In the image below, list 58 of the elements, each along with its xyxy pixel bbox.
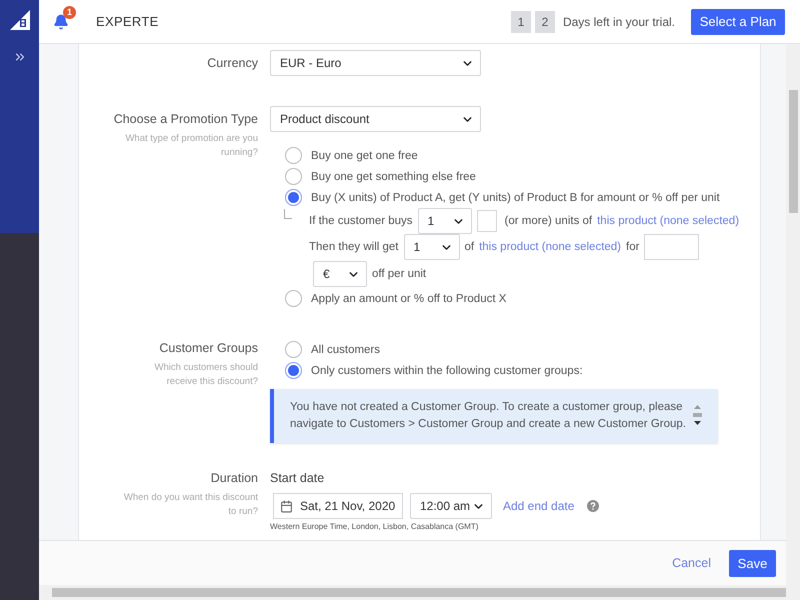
trial-text: Days left in your trial. [562, 14, 675, 28]
radio-label: Buy one get one free [311, 150, 418, 162]
calendar-icon [280, 500, 293, 512]
radio-label: Buy one get something else free [311, 170, 476, 182]
notification-badge: 1 [63, 6, 76, 18]
time-select[interactable]: 12:00 am [410, 493, 492, 519]
radio-button[interactable] [285, 362, 302, 379]
timezone-text: Western Europe Time, London, Lisbon, Casablanca (GMT) [270, 522, 480, 532]
radio-button[interactable] [285, 189, 302, 206]
detail-text: Then they will get [309, 241, 398, 253]
product-link[interactable]: this product (none selected) [597, 215, 740, 227]
field-hint: When do you want this discount to run? [122, 491, 258, 519]
radio-button[interactable] [285, 147, 302, 164]
field-hint: What type of promotion are you running? [124, 132, 258, 160]
input-field[interactable] [476, 210, 497, 232]
add-end-date-link[interactable]: Add end date [503, 499, 574, 513]
field-label: Duration [210, 471, 258, 485]
horizontal-scrollbar[interactable] [39, 585, 800, 600]
scroll-arrows-icon [693, 404, 702, 426]
detail-text: off per unit [372, 268, 426, 280]
field-label: Currency [207, 56, 258, 70]
date-field[interactable]: Sat, 21 Nov, 2020 [273, 493, 403, 519]
info-notice: You have not created a Customer Group. To create a customer group, please navigate to Customers > Customer Group and create a new Customer Group. [270, 389, 718, 443]
scrollbar-thumb[interactable] [52, 588, 786, 597]
field-label: Customer Groups [159, 341, 258, 355]
field-hint: Which customers should receive this discount? [154, 361, 258, 389]
store-name: EXPERTE [96, 14, 160, 29]
connector-line [284, 209, 292, 219]
vertical-scrollbar[interactable] [786, 44, 800, 585]
radio-label: Buy (X units) of Product A, get (Y units) of Product B for amount or % off per unit [311, 192, 720, 204]
trial-day-digit: 1 [510, 10, 531, 32]
notification-bell-icon[interactable] [53, 14, 69, 30]
radio-button[interactable] [285, 168, 302, 185]
detail-text: of [464, 241, 474, 253]
field-label: Choose a Promotion Type [114, 112, 258, 126]
product-link[interactable]: this product (none selected) [479, 241, 622, 253]
help-icon[interactable] [587, 500, 600, 512]
detail-text: for [626, 241, 640, 253]
quantity-select[interactable]: 1 [418, 208, 472, 234]
radio-button[interactable] [285, 341, 302, 358]
trial-day-digit: 2 [534, 10, 555, 32]
select-plan-button[interactable]: Select a Plan [691, 8, 785, 34]
start-date-label: Start date [270, 471, 326, 485]
quantity-select[interactable]: 1 [404, 234, 460, 260]
radio-label: All customers [311, 344, 380, 356]
radio-label: Only customers within the following customer groups: [311, 364, 583, 376]
radio-label: Apply an amount or % off to Product X [311, 292, 506, 304]
radio-button[interactable] [285, 290, 302, 307]
cancel-link[interactable]: Cancel [666, 552, 717, 574]
detail-text: (or more) units of [504, 215, 592, 227]
promotion-type-select[interactable]: Product discount [270, 106, 481, 132]
detail-text: If the customer buys [309, 215, 413, 227]
input-field[interactable] [644, 234, 700, 260]
save-button[interactable]: Save [729, 550, 776, 576]
scrollbar-thumb[interactable] [789, 90, 798, 213]
discount-unit-select[interactable]: € [313, 261, 367, 287]
logo-icon [10, 10, 30, 30]
currency-select[interactable]: EUR - Euro [270, 50, 481, 76]
